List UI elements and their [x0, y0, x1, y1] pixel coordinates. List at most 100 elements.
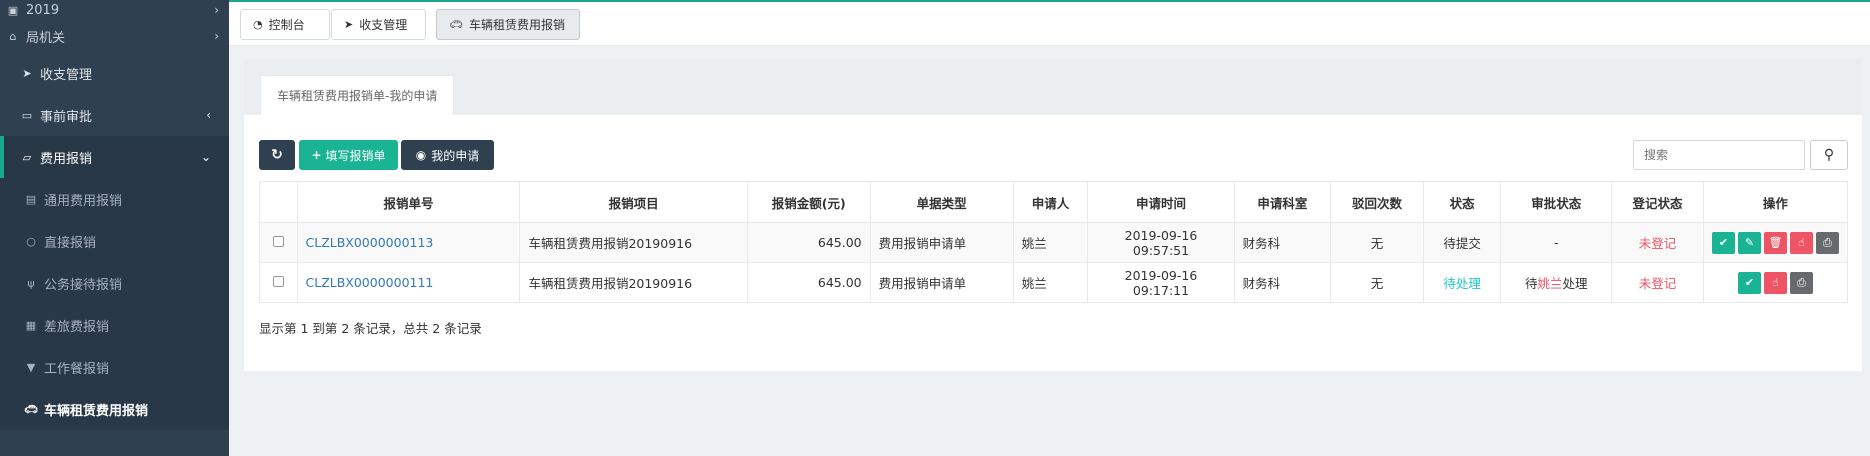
refresh-icon: ↻	[271, 147, 283, 163]
claim-project: 车辆租赁费用报销20190916	[519, 222, 748, 263]
reject-count: 无	[1330, 222, 1424, 263]
sidebar-item-label: 收支管理	[40, 67, 93, 83]
column-header[interactable]: 审批状态	[1500, 181, 1613, 223]
column-header[interactable]: 报销项目	[519, 181, 748, 223]
apply-time: 2019-09-16 09:57:51	[1087, 222, 1235, 263]
row-checkbox[interactable]	[272, 236, 284, 247]
fill-claim-button[interactable]: + 填写报销单	[299, 140, 398, 170]
sidebar-item-vehicle-rental-claim[interactable]: 🚗︎ 车辆租赁费用报销	[0, 388, 229, 430]
check-icon: ✔	[1744, 276, 1755, 289]
status-link[interactable]: 待处理	[1422, 262, 1502, 303]
search-button[interactable]: ⚲	[1810, 140, 1848, 170]
sidebar-item-expense-claim[interactable]: ▱ 费用报销 ⌄	[0, 136, 229, 178]
sidebar-item-label: 事前审批	[40, 109, 93, 125]
org-selector[interactable]: ⌂ 局机关 ›	[0, 20, 229, 52]
search-input[interactable]	[1633, 140, 1805, 170]
top-tab-bar: ◔ 控制台 ➤ 收支管理 🚗︎ 车辆租赁费用报销	[229, 0, 1870, 46]
hand-button[interactable]: ☝	[1789, 231, 1813, 254]
column-header[interactable]: 申请科室	[1233, 181, 1332, 223]
sidebar-submenu: ▤ 通用费用报销 ○ 直接报销 ψ 公务接待报销 ▦ 差旅费报销 ▼ 工作餐报销…	[0, 178, 229, 430]
filter-icon: ▼	[26, 360, 36, 374]
car-icon: 🚗︎	[24, 402, 38, 416]
print-button[interactable]: ⎙	[1789, 271, 1813, 294]
refresh-button[interactable]: ↻	[259, 140, 295, 170]
pagination-summary: 显示第 1 到第 2 条记录，总共 2 条记录	[259, 321, 482, 336]
tab-dashboard[interactable]: ◔ 控制台	[240, 9, 330, 40]
column-header[interactable]: 单据类型	[869, 181, 1014, 223]
print-icon: ⎙	[1823, 235, 1832, 249]
delete-button[interactable]: 🗑︎	[1763, 231, 1787, 254]
dashboard-icon: ◔	[253, 18, 263, 31]
department: 财务科	[1233, 262, 1332, 303]
column-header[interactable]: 申请时间	[1087, 181, 1235, 223]
circle-icon: ○	[26, 234, 36, 248]
panel-tab-my-applications[interactable]: 车辆租赁费用报销单-我的申请	[260, 75, 455, 115]
sidebar-item-travel-claim[interactable]: ▦ 差旅费报销	[0, 304, 229, 346]
row-checkbox-cell	[259, 262, 298, 303]
sidebar-item-reception-claim[interactable]: ψ 公务接待报销	[0, 262, 229, 304]
claim-amount: 645.00	[746, 262, 871, 303]
sidebar-item-label: 工作餐报销	[44, 361, 110, 377]
trash-icon: 🗑︎	[1768, 236, 1783, 249]
folder-open-icon: ▱	[22, 150, 32, 164]
tab-label: 车辆租赁费用报销	[468, 18, 565, 32]
my-applications-button[interactable]: ◉ 我的申请	[401, 140, 494, 170]
tab-vehicle-rental-claim[interactable]: 🚗︎ 车辆租赁费用报销	[436, 9, 580, 40]
claims-table: 报销单号 报销项目 报销金额(元) 单据类型 申请人 申请时间 申请科室 驳回次…	[259, 181, 1849, 303]
sidebar-item-direct-claim[interactable]: ○ 直接报销	[0, 220, 229, 262]
table-row[interactable]: CLZLBX0000000111 车辆租赁费用报销20190916 645.00…	[259, 262, 1849, 303]
sidebar-item-label: 车辆租赁费用报销	[44, 403, 149, 419]
sidebar-item-label: 直接报销	[44, 235, 97, 251]
tab-label: 收支管理	[359, 18, 408, 32]
column-header: 操作	[1702, 181, 1849, 223]
tab-label: 控制台	[268, 18, 305, 32]
year-selector[interactable]: ▣ 2019 ›	[0, 0, 229, 20]
apply-time: 2019-09-16 09:17:11	[1087, 262, 1235, 303]
table-row[interactable]: CLZLBX0000000113 车辆租赁费用报销20190916 645.00…	[259, 222, 1849, 263]
org-label: 局机关	[26, 30, 66, 46]
approval-prefix: 待	[1524, 276, 1538, 291]
chevron-right-icon: ›	[214, 3, 219, 17]
submit-button[interactable]: ✔	[1737, 271, 1761, 294]
sidebar-item-meal-claim[interactable]: ▼ 工作餐报销	[0, 346, 229, 388]
applicant: 姚兰	[1012, 262, 1089, 303]
column-header[interactable]: 申请人	[1012, 181, 1089, 223]
check-icon: ✔	[1718, 236, 1729, 249]
column-header[interactable]: 状态	[1422, 181, 1502, 223]
plus-icon: +	[311, 148, 322, 162]
print-button[interactable]: ⎙	[1815, 231, 1839, 254]
sidebar-item-label: 差旅费报销	[44, 319, 110, 335]
cutlery-icon: ψ	[27, 276, 35, 290]
chevron-right-icon: ›	[214, 29, 219, 43]
approval-status: -	[1500, 222, 1613, 263]
column-header[interactable]: 登记状态	[1611, 181, 1704, 223]
paper-plane-icon: ➤	[22, 66, 32, 80]
my-applications-label: 我的申请	[431, 148, 480, 163]
pencil-icon: ✎	[1744, 236, 1755, 249]
calendar-icon: ▣	[7, 3, 19, 17]
row-checkbox[interactable]	[272, 276, 284, 287]
id-card-icon: ▤	[25, 192, 37, 206]
doc-type: 费用报销申请单	[869, 222, 1014, 263]
fill-claim-label: 填写报销单	[325, 148, 386, 163]
sidebar-item-general-expense[interactable]: ▤ 通用费用报销	[0, 178, 229, 220]
sidebar-item-pre-approval[interactable]: ▭ 事前审批 ‹	[0, 94, 229, 136]
panel-header: 车辆租赁费用报销单-我的申请	[244, 59, 1862, 115]
claim-amount: 645.00	[746, 222, 871, 263]
column-header[interactable]: 报销金额(元)	[746, 181, 871, 223]
sidebar-item-label: 公务接待报销	[44, 277, 123, 293]
operations-cell: ✔ ☝ ⎙	[1702, 262, 1849, 303]
column-header[interactable]: 报销单号	[296, 181, 521, 223]
paper-plane-icon: ➤	[344, 18, 354, 31]
sidebar-item-income-expense[interactable]: ➤ 收支管理	[0, 52, 229, 94]
user-circle-icon: ◉	[415, 148, 427, 162]
edit-button[interactable]: ✎	[1737, 231, 1761, 254]
column-header[interactable]: 驳回次数	[1330, 181, 1424, 223]
claim-number-link[interactable]: CLZLBX0000000111	[296, 262, 521, 303]
hand-button[interactable]: ☝	[1763, 271, 1787, 294]
submit-button[interactable]: ✔	[1711, 231, 1735, 254]
tab-income-expense[interactable]: ➤ 收支管理	[331, 9, 426, 40]
claim-number-link[interactable]: CLZLBX0000000113	[296, 222, 521, 263]
sidebar-item-label: 通用费用报销	[44, 193, 123, 209]
operations-cell: ✔ ✎ 🗑︎ ☝ ⎙	[1702, 222, 1849, 263]
